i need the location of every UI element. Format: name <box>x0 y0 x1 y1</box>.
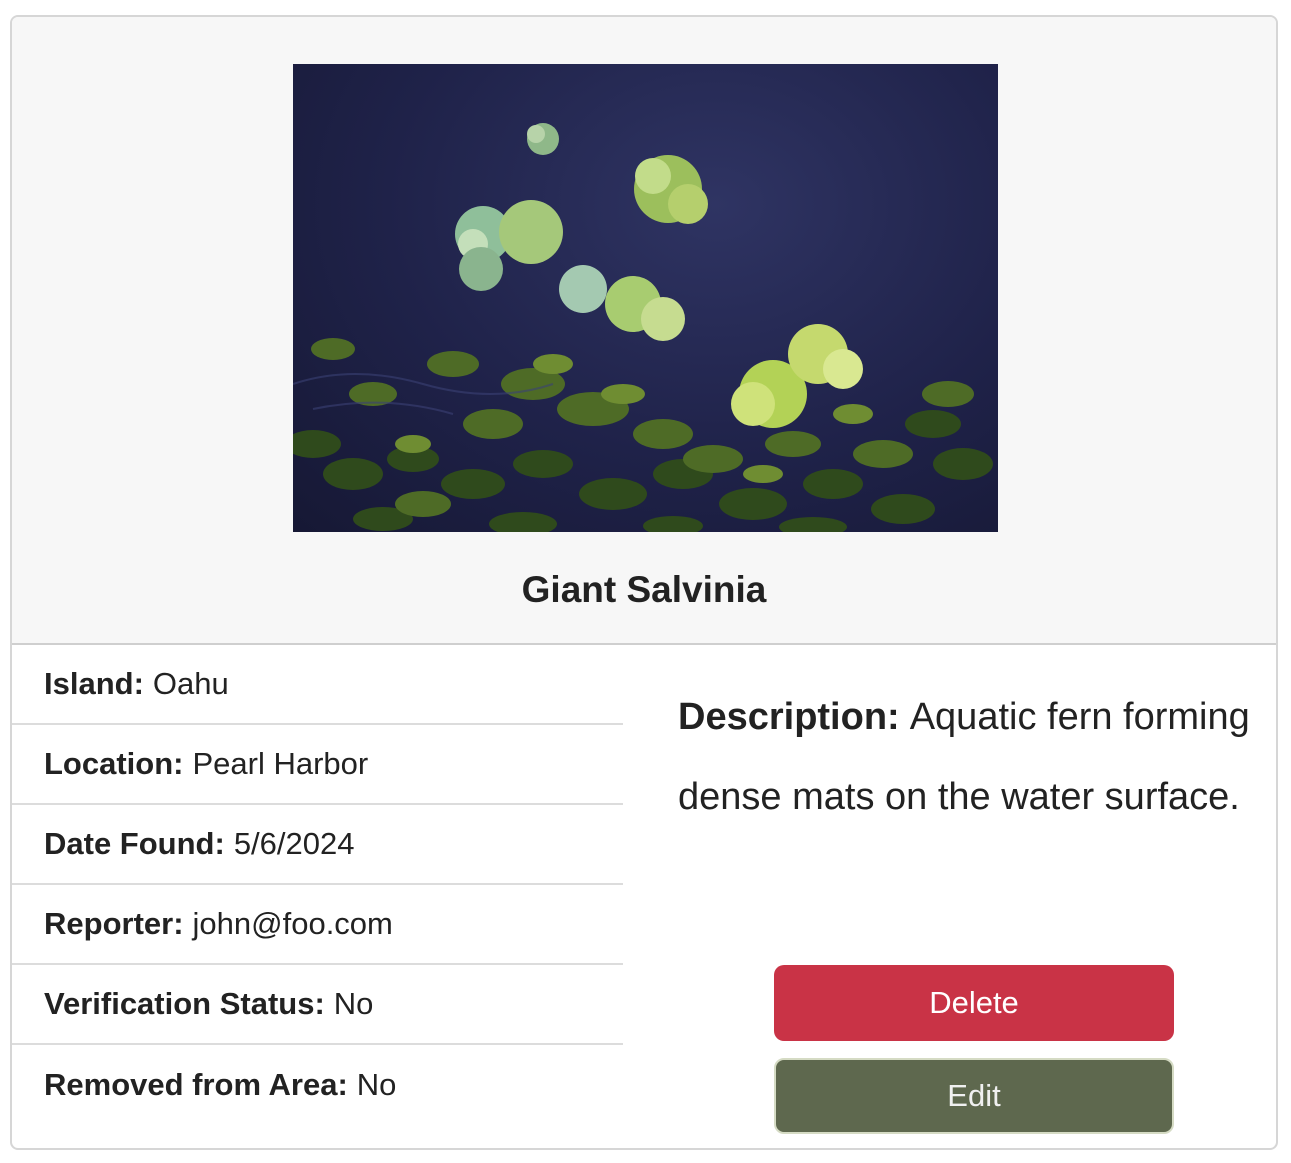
detail-label: Date Found: <box>44 826 225 861</box>
species-photo <box>293 64 998 532</box>
detail-value: No <box>356 1067 397 1102</box>
report-card: Giant Salvinia Island: Oahu Location: Pe… <box>10 15 1278 1150</box>
description-label: Description: <box>678 696 900 738</box>
card-header: Giant Salvinia <box>12 17 1276 645</box>
detail-verification-status: Verification Status: No <box>12 965 623 1045</box>
detail-label: Verification Status: <box>44 986 325 1021</box>
detail-label: Reporter: <box>44 906 184 941</box>
species-title: Giant Salvinia <box>521 569 767 610</box>
edit-button[interactable]: Edit <box>774 1058 1174 1134</box>
detail-label: Location: <box>44 746 184 781</box>
aquatic-plant-photo-icon <box>293 123 993 532</box>
detail-value: 5/6/2024 <box>233 826 355 861</box>
detail-removed-from-area: Removed from Area: No <box>12 1045 623 1125</box>
detail-location: Location: Pearl Harbor <box>12 725 623 805</box>
detail-label: Removed from Area: <box>44 1067 348 1102</box>
detail-date-found: Date Found: 5/6/2024 <box>12 805 623 885</box>
delete-button[interactable]: Delete <box>774 965 1174 1041</box>
detail-island: Island: Oahu <box>12 645 623 725</box>
detail-value: Oahu <box>152 666 229 701</box>
detail-value: Pearl Harbor <box>192 746 369 781</box>
detail-value: No <box>333 986 374 1021</box>
details-list: Island: Oahu Location: Pearl Harbor Date… <box>12 645 623 1125</box>
detail-value: john@foo.com <box>192 906 393 941</box>
detail-reporter: Reporter: john@foo.com <box>12 885 623 965</box>
detail-label: Island: <box>44 666 144 701</box>
description: Description: Aquatic fern forming dense m… <box>678 677 1274 837</box>
